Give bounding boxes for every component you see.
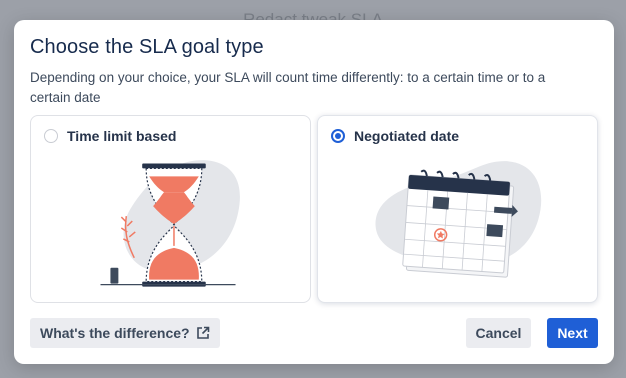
negotiated-date-label: Negotiated date	[354, 128, 460, 144]
negotiated-date-radio[interactable]	[331, 129, 345, 143]
calendar-illustration	[375, 161, 542, 278]
whats-the-difference-label: What's the difference?	[40, 325, 190, 341]
time-limit-radio[interactable]	[44, 129, 58, 143]
next-button[interactable]: Next	[547, 318, 598, 348]
option-card-time-limit[interactable]: Time limit based	[30, 115, 311, 303]
cancel-button[interactable]: Cancel	[466, 318, 531, 348]
option-card-negotiated-date[interactable]: Negotiated date	[317, 115, 598, 303]
whats-the-difference-button[interactable]: What's the difference?	[30, 318, 220, 348]
hourglass-illustration	[100, 160, 240, 287]
external-link-icon	[196, 326, 209, 339]
sla-goal-type-dialog: Choose the SLA goal type Depending on yo…	[14, 20, 614, 364]
dialog-description: Depending on your choice, your SLA will …	[30, 70, 546, 105]
time-limit-label: Time limit based	[67, 128, 177, 144]
dialog-title: Choose the SLA goal type	[30, 36, 264, 58]
